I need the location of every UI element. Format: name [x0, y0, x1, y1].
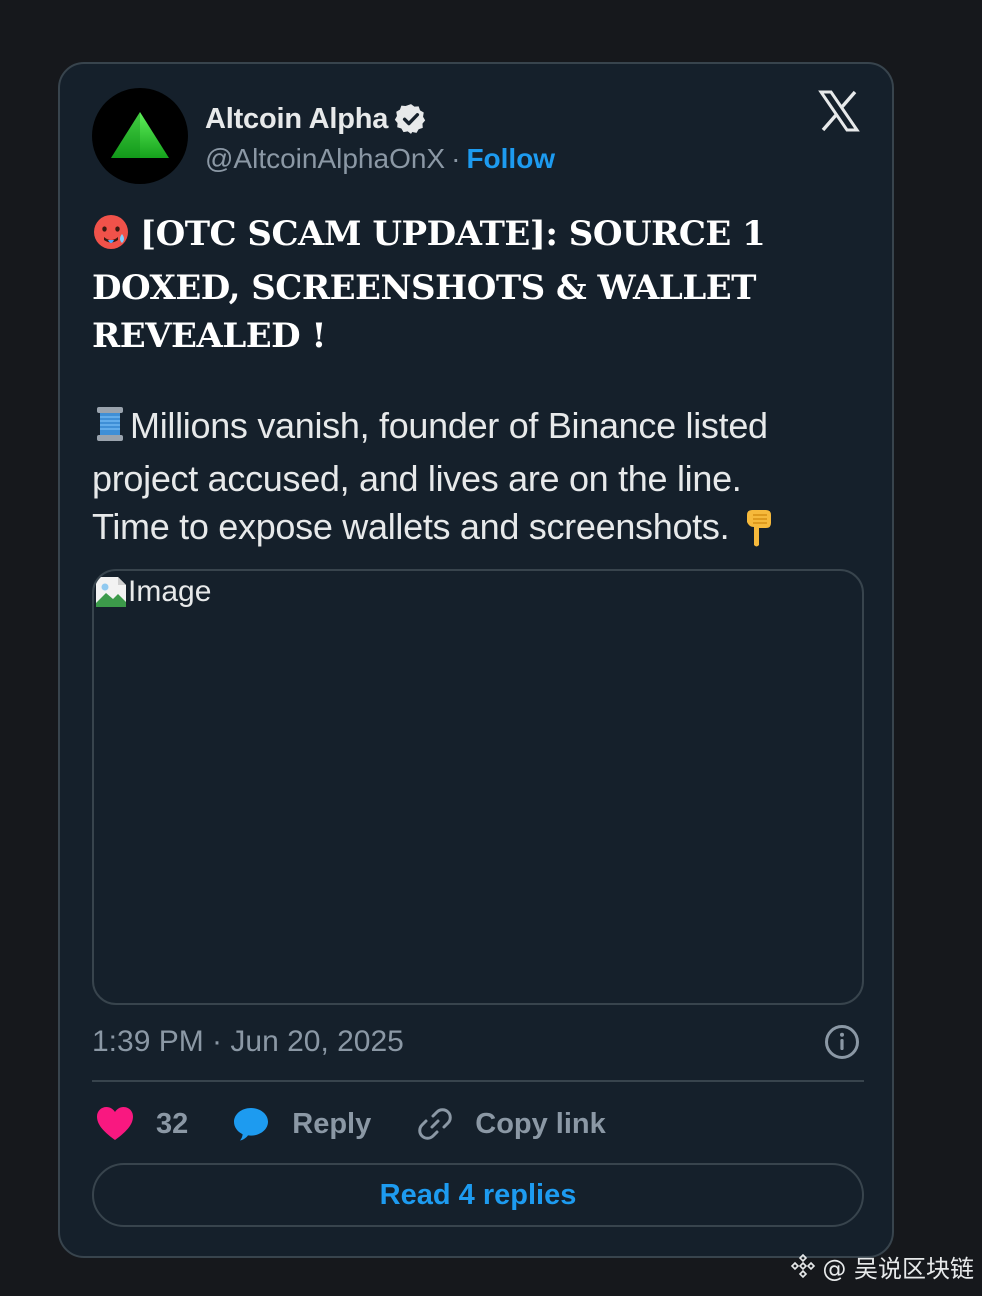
- binance-diamond-icon: [790, 1253, 816, 1280]
- body-line-1: Millions vanish, founder of Binance list…: [92, 402, 872, 455]
- follow-button[interactable]: Follow: [466, 143, 555, 175]
- divider: [92, 1080, 864, 1082]
- tweet-timestamp[interactable]: 1:39 PM · Jun 20, 2025: [92, 1025, 404, 1058]
- thread-spool-emoji-icon: [92, 405, 128, 455]
- tweet-headline-text: [OTC SCAM UPDATE]: SOURCE 1 DOXED, SCREE…: [92, 214, 766, 356]
- verified-badge-icon: [394, 102, 428, 136]
- read-replies-label: Read 4 replies: [379, 1178, 577, 1211]
- broken-image-icon: [96, 577, 126, 607]
- like-count: 32: [156, 1107, 189, 1140]
- broken-image-placeholder: Image: [94, 575, 211, 609]
- handle-separator: ·: [451, 143, 461, 174]
- heart-icon: [97, 1107, 133, 1140]
- body-line-1-text: Millions vanish, founder of Binance list…: [130, 405, 768, 446]
- watermark-text: @ 吴说区块链: [822, 1255, 974, 1283]
- watermark: @ 吴说区块链: [790, 1249, 974, 1284]
- info-icon[interactable]: [824, 1024, 860, 1060]
- link-icon: [418, 1108, 452, 1140]
- body-line-2: project accused, and lives are on the li…: [92, 458, 742, 499]
- avatar-triangle-logo: [111, 112, 169, 158]
- like-button[interactable]: 32: [96, 1106, 188, 1142]
- copy-link-button[interactable]: Copy link: [417, 1106, 606, 1142]
- author-display-name[interactable]: Altcoin Alpha: [205, 103, 388, 136]
- author-avatar[interactable]: [92, 88, 188, 184]
- x-logo-icon[interactable]: [818, 90, 860, 132]
- pointing-down-emoji-icon: [743, 507, 775, 559]
- tweet-card: Altcoin Alpha @AltcoinAlphaOnX · Follow: [58, 62, 894, 1258]
- tweet-actions: 32 Reply Copy link: [96, 1102, 606, 1146]
- speech-bubble-icon: [234, 1108, 269, 1141]
- copy-link-label: Copy link: [475, 1107, 606, 1140]
- tweet-body: Millions vanish, founder of Binance list…: [92, 402, 872, 559]
- body-line-3: Time to expose wallets and screenshots.: [92, 503, 872, 559]
- tweet-headline: [OTC SCAM UPDATE]: SOURCE 1 DOXED, SCREE…: [92, 210, 832, 360]
- timestamp-row: 1:39 PM · Jun 20, 2025: [92, 1022, 864, 1062]
- author-handle[interactable]: @AltcoinAlphaOnX: [205, 143, 445, 175]
- read-replies-button[interactable]: Read 4 replies: [92, 1163, 864, 1227]
- body-line-3-text: Time to expose wallets and screenshots.: [92, 506, 730, 547]
- reply-label: Reply: [292, 1107, 372, 1140]
- author-handle-row: @AltcoinAlphaOnX · Follow: [205, 140, 555, 178]
- tweet-media[interactable]: Image: [92, 569, 864, 1005]
- media-alt-text: Image: [128, 575, 212, 608]
- hot-face-emoji-icon: [92, 213, 130, 264]
- author-name-row: Altcoin Alpha: [205, 100, 428, 138]
- reply-button[interactable]: Reply: [232, 1106, 371, 1142]
